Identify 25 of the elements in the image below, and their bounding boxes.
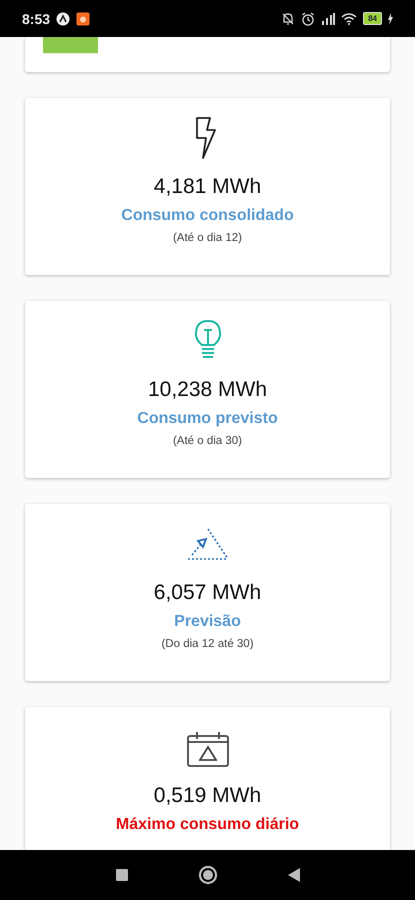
charging-icon [388,12,393,24]
stat-period: (Até o dia 12) [172,232,242,244]
calendar-icon [186,731,230,767]
app-notification-icon [76,12,90,26]
recent-apps-button[interactable] [116,869,128,881]
alarm-icon [301,12,316,26]
stat-value: 4,181 MWh [154,174,262,200]
stat-value: 0,519 MWh [154,783,262,809]
battery-level: 84 [363,12,382,25]
stat-title: Consumo consolidado [121,206,294,226]
dotted-triangle-icon [186,526,230,562]
signal-icon [321,12,336,24]
stat-period: (Até o dia 30) [172,435,242,447]
stat-value: 6,057 MWh [154,580,262,606]
muted-bell-icon [281,12,296,26]
stat-title: Consumo previsto [137,409,278,429]
stat-period: (Do dia 12 até 30) [161,638,254,650]
app-notification-icon [56,12,70,26]
home-button[interactable] [198,865,218,885]
back-button[interactable] [288,868,300,882]
wifi-icon [341,12,358,24]
stat-value: 10,238 MWh [148,377,268,403]
stat-title: Máximo consumo diário [116,815,300,835]
status-time: 8:53 [22,10,50,26]
stat-title: Previsão [174,612,241,632]
